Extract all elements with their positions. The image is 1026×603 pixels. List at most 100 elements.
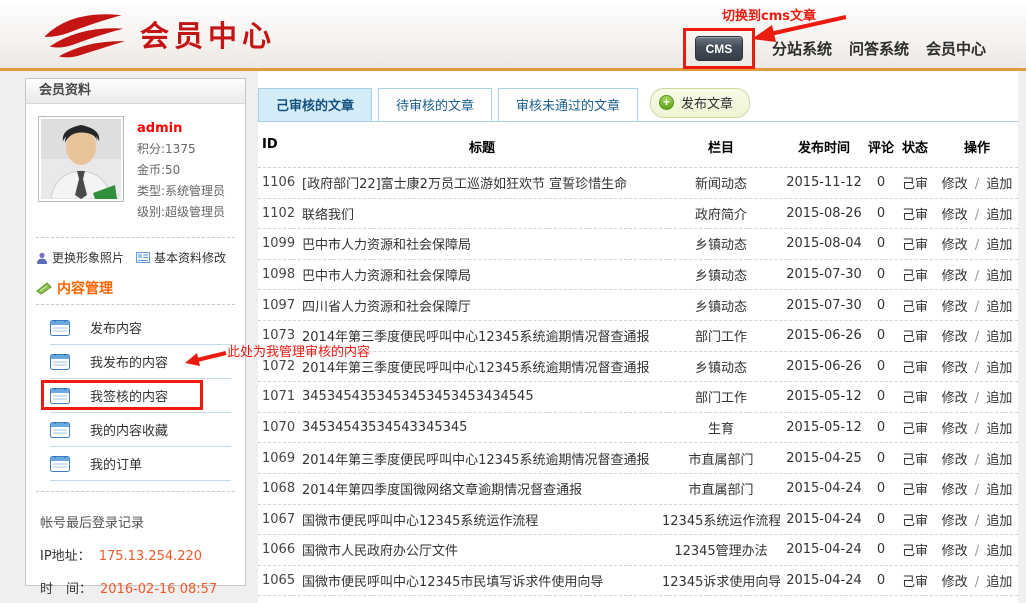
modify-link[interactable]: 修改 <box>942 269 968 284</box>
article-actions: 修改 / 追加 <box>936 540 1018 559</box>
append-link[interactable]: 追加 <box>986 269 1012 284</box>
article-comments: 0 <box>868 573 894 588</box>
modify-link[interactable]: 修改 <box>942 483 968 498</box>
article-id: 1072 <box>262 359 302 374</box>
plus-icon: + <box>659 95 674 110</box>
ip-label: IP地址： <box>40 549 91 564</box>
modify-link[interactable]: 修改 <box>942 514 968 529</box>
append-link[interactable]: 追加 <box>986 453 1012 468</box>
article-date: 2015-05-12 <box>780 420 868 435</box>
table-row: 1097 四川省人力资源和社会保障厅 乡镇动态 2015-07-30 0 己审 … <box>258 290 1018 321</box>
article-title-link[interactable]: 国微市便民呼叫中心12345市民填写诉求件使用向导 <box>302 571 662 590</box>
edit-profile-link[interactable]: 基本资料修改 <box>136 249 226 266</box>
modify-link[interactable]: 修改 <box>942 575 968 590</box>
annotation-arrow-icon <box>736 13 852 43</box>
publish-article-button[interactable]: + 发布文章 <box>650 88 750 118</box>
article-title-link[interactable]: 国微市便民呼叫中心12345系统运作流程 <box>302 510 662 529</box>
article-title-link[interactable]: 巴中市人力资源和社会保障局 <box>302 234 662 253</box>
menu-item-publish-content[interactable]: 发布内容 <box>50 311 231 345</box>
article-id: 1102 <box>262 206 302 221</box>
action-separator: / <box>975 575 979 590</box>
article-title-link[interactable]: 2014年第三季度便民呼叫中心12345系统逾期情况督查通报 <box>302 449 662 468</box>
append-link[interactable]: 追加 <box>986 544 1012 559</box>
tab-pending-articles[interactable]: 待审核的文章 <box>378 88 492 121</box>
tab-reviewed-articles[interactable]: 己审核的文章 <box>258 88 372 121</box>
table-row: 1066 国微市人民政府办公厅文件 12345管理办法 2015-04-24 0… <box>258 535 1018 566</box>
modify-link[interactable]: 修改 <box>942 330 968 345</box>
content-icon <box>36 282 52 295</box>
menu-label: 发布内容 <box>90 318 142 337</box>
article-category: 乡镇动态 <box>662 296 780 315</box>
article-title-link[interactable]: 巴中市人力资源和社会保障局 <box>302 265 662 284</box>
col-header-status: 状态 <box>894 137 936 156</box>
article-comments: 0 <box>868 328 894 343</box>
tab-rejected-articles[interactable]: 审核未通过的文章 <box>498 88 638 121</box>
article-title-link[interactable]: 34534543534543345345 <box>302 420 662 435</box>
nav-item-member-center[interactable]: 会员中心 <box>926 38 986 59</box>
article-actions: 修改 / 追加 <box>936 296 1018 315</box>
article-status: 己审 <box>894 173 936 192</box>
article-comments: 0 <box>868 236 894 251</box>
username: admin <box>137 118 225 139</box>
article-title-link[interactable]: 国微市人民政府办公厅文件 <box>302 540 662 559</box>
modify-link[interactable]: 修改 <box>942 177 968 192</box>
modify-link[interactable]: 修改 <box>942 391 968 406</box>
article-status: 己审 <box>894 234 936 253</box>
article-title-link[interactable]: 联络我们 <box>302 204 662 223</box>
modify-link[interactable]: 修改 <box>942 300 968 315</box>
append-link[interactable]: 追加 <box>986 422 1012 437</box>
col-header-actions: 操作 <box>936 137 1018 156</box>
append-link[interactable]: 追加 <box>986 300 1012 315</box>
article-title-link[interactable]: 3453454353453453453453434545 <box>302 389 662 404</box>
modify-link[interactable]: 修改 <box>942 422 968 437</box>
logo: 会员中心 <box>36 8 276 60</box>
stat-points: 积分:1375 <box>137 139 225 160</box>
article-actions: 修改 / 追加 <box>936 234 1018 253</box>
article-comments: 0 <box>868 175 894 190</box>
append-link[interactable]: 追加 <box>986 330 1012 345</box>
append-link[interactable]: 追加 <box>986 238 1012 253</box>
table-row: 1106 [政府部门22]富士康2万员工巡游如狂欢节 宣誓珍惜生命 新闻动态 2… <box>258 168 1018 199</box>
article-category: 乡镇动态 <box>662 357 780 376</box>
article-status: 己审 <box>894 540 936 559</box>
append-link[interactable]: 追加 <box>986 361 1012 376</box>
member-center-page: 会员中心 切换到cms文章 CMS 分站系统 问答系统 会员中心 会员资料 <box>0 0 1026 603</box>
modify-link[interactable]: 修改 <box>942 544 968 559</box>
append-link[interactable]: 追加 <box>986 208 1012 223</box>
change-photo-label: 更换形象照片 <box>52 249 124 266</box>
article-date: 2015-07-30 <box>780 267 868 282</box>
append-link[interactable]: 追加 <box>986 514 1012 529</box>
menu-item-my-favorites[interactable]: 我的内容收藏 <box>50 413 231 447</box>
col-header-id: ID <box>262 137 302 156</box>
modify-link[interactable]: 修改 <box>942 361 968 376</box>
article-id: 1069 <box>262 451 302 466</box>
article-title-link[interactable]: 2014年第四季度国微网络文章逾期情况督查通报 <box>302 479 662 498</box>
menu-item-my-reviewed[interactable]: 我签核的内容 <box>50 379 231 413</box>
nav-item-qa-system[interactable]: 问答系统 <box>849 38 909 59</box>
modify-link[interactable]: 修改 <box>942 453 968 468</box>
append-link[interactable]: 追加 <box>986 483 1012 498</box>
article-date: 2015-08-26 <box>780 206 868 221</box>
profile-block: admin 积分:1375 金币:50 类型:系统管理员 级别:超级管理员 <box>26 104 245 231</box>
article-id: 1106 <box>262 175 302 190</box>
article-comments: 0 <box>868 298 894 313</box>
menu-item-my-orders[interactable]: 我的订单 <box>50 447 231 481</box>
login-ip-row: IP地址：175.13.254.220 <box>40 545 245 564</box>
article-id: 1070 <box>262 420 302 435</box>
article-actions: 修改 / 追加 <box>936 479 1018 498</box>
notebook-icon <box>50 421 70 438</box>
modify-link[interactable]: 修改 <box>942 208 968 223</box>
article-category: 生育 <box>662 418 780 437</box>
append-link[interactable]: 追加 <box>986 391 1012 406</box>
action-separator: / <box>975 177 979 192</box>
article-category: 市直属部门 <box>662 479 780 498</box>
change-photo-link[interactable]: 更换形象照片 <box>36 249 124 266</box>
article-title-link[interactable]: 四川省人力资源和社会保障厅 <box>302 296 662 315</box>
modify-link[interactable]: 修改 <box>942 238 968 253</box>
action-separator: / <box>975 422 979 437</box>
article-status: 己审 <box>894 418 936 437</box>
article-title-link[interactable]: [政府部门22]富士康2万员工巡游如狂欢节 宣誓珍惜生命 <box>302 173 662 192</box>
append-link[interactable]: 追加 <box>986 177 1012 192</box>
table-row: 1070 34534543534543345345 生育 2015-05-12 … <box>258 413 1018 444</box>
append-link[interactable]: 追加 <box>986 575 1012 590</box>
